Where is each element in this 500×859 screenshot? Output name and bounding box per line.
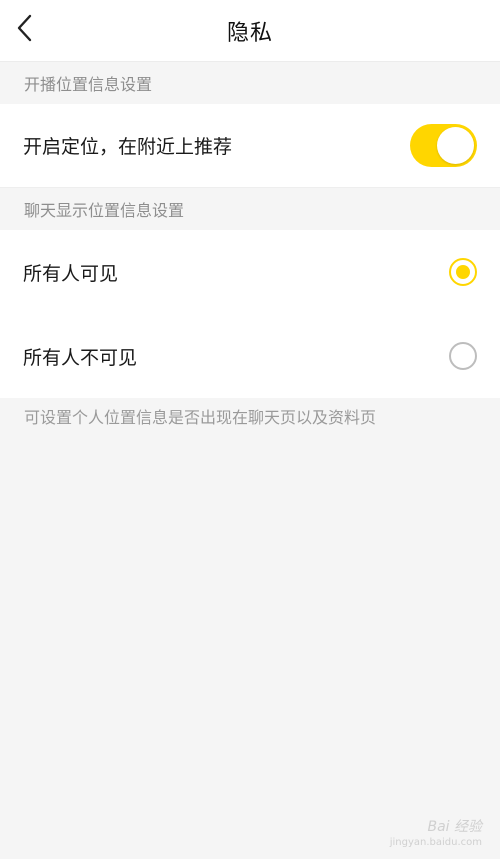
chevron-left-icon bbox=[17, 14, 32, 42]
setting-label-location-recommend: 开启定位，在附近上推荐 bbox=[23, 136, 233, 158]
location-recommend-toggle[interactable] bbox=[410, 124, 477, 167]
watermark-logo: Bai 经验 bbox=[427, 819, 482, 835]
back-button[interactable] bbox=[6, 8, 46, 48]
radio-invisible-to-all[interactable] bbox=[449, 342, 477, 370]
section-header-chat-location: 聊天显示位置信息设置 bbox=[24, 201, 185, 220]
option-row-invisible-to-all[interactable]: 所有人不可见 bbox=[0, 314, 500, 398]
option-row-visible-to-all[interactable]: 所有人可见 bbox=[0, 230, 500, 314]
setting-row-location-recommend[interactable]: 开启定位，在附近上推荐 bbox=[0, 104, 500, 188]
watermark-url: jingyan.baidu.com bbox=[389, 837, 482, 848]
option-label-visible-to-all: 所有人可见 bbox=[23, 262, 119, 285]
radio-visible-to-all[interactable] bbox=[449, 258, 477, 286]
privacy-settings-page: 隐私 开播位置信息设置 开启定位，在附近上推荐 聊天显示位置信息设置 所有人可见… bbox=[0, 0, 500, 859]
page-title: 隐私 bbox=[226, 20, 273, 46]
baidu-jingyan-watermark: Bai 经验 jingyan.baidu.com bbox=[390, 819, 482, 851]
toggle-knob bbox=[437, 127, 474, 164]
option-label-invisible-to-all: 所有人不可见 bbox=[23, 346, 138, 369]
section-header-broadcast-location: 开播位置信息设置 bbox=[24, 75, 153, 94]
navigation-bar: 隐私 bbox=[0, 0, 500, 62]
hint-text: 可设置个人位置信息是否出现在聊天页以及资料页 bbox=[24, 408, 377, 427]
